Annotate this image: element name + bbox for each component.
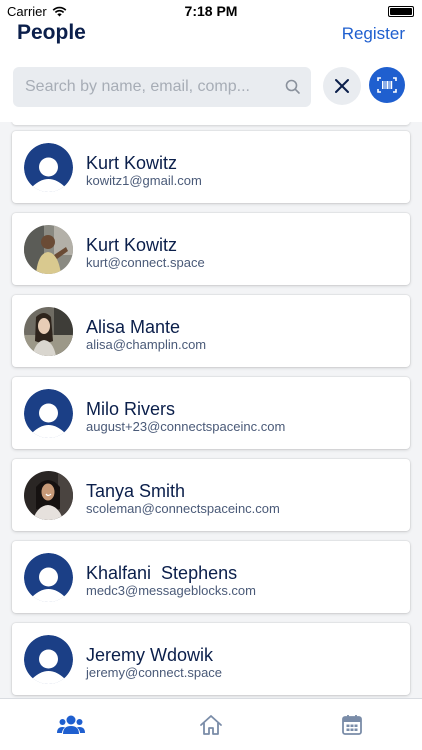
list-item-partial[interactable] — [12, 122, 410, 125]
profile-photo — [24, 307, 73, 356]
person-email: medc3@messageblocks.com — [86, 583, 256, 598]
person-email: scoleman@connectspaceinc.com — [86, 501, 280, 516]
people-icon[interactable] — [57, 713, 85, 737]
status-time: 7:18 PM — [184, 3, 238, 19]
scan-badge-button[interactable] — [369, 67, 405, 103]
register-button[interactable]: Register — [342, 24, 405, 44]
page-title: People — [17, 21, 86, 44]
person-name: Tanya Smith — [86, 481, 186, 501]
person-email: kowitz1@gmail.com — [86, 173, 202, 188]
person-card[interactable]: Milo Rivers august+23@connectspaceinc.co… — [12, 377, 410, 449]
people-list[interactable]: Kurt Kowitz kowitz1@gmail.com Kurt Kowit… — [0, 122, 422, 698]
default-avatar-icon — [24, 553, 73, 602]
person-card[interactable]: Jeremy Wdowik jeremy@connect.space — [12, 623, 410, 695]
person-card[interactable]: Khalfani Stephens medc3@messageblocks.co… — [12, 541, 410, 613]
person-email: kurt@connect.space — [86, 255, 205, 270]
person-card[interactable]: Kurt Kowitz kowitz1@gmail.com — [12, 131, 410, 203]
person-name: Kurt Kowitz — [86, 153, 178, 173]
home-icon[interactable] — [199, 713, 223, 737]
search-bar[interactable] — [13, 67, 311, 107]
battery-icon — [388, 6, 414, 17]
default-avatar-icon — [24, 143, 73, 192]
person-name: Jeremy Wdowik — [86, 645, 214, 665]
person-card[interactable]: Kurt Kowitz kurt@connect.space — [12, 213, 410, 285]
calendar-icon[interactable] — [340, 713, 364, 737]
person-email: august+23@connectspaceinc.com — [86, 419, 286, 434]
person-email: alisa@champlin.com — [86, 337, 207, 352]
person-name: Alisa Mante — [86, 317, 181, 337]
default-avatar-icon — [24, 389, 73, 438]
default-avatar-icon — [24, 635, 73, 684]
person-card[interactable]: Alisa Mante alisa@champlin.com — [12, 295, 410, 367]
profile-photo — [24, 225, 73, 274]
status-bar: Carrier 7:18 PM — [0, 0, 422, 22]
search-input[interactable] — [13, 67, 283, 107]
tab-bar — [0, 698, 422, 750]
person-email: jeremy@connect.space — [86, 665, 223, 680]
clear-search-button[interactable] — [323, 67, 361, 105]
barcode-scan-icon — [377, 77, 397, 93]
person-name: Milo Rivers — [86, 399, 176, 419]
header: People Register — [0, 22, 422, 122]
search-icon — [285, 79, 300, 94]
person-card[interactable]: Tanya Smith scoleman@connectspaceinc.com — [12, 459, 410, 531]
person-name: Kurt Kowitz — [86, 235, 178, 255]
close-icon — [335, 79, 349, 93]
profile-photo — [24, 471, 73, 520]
person-name: Khalfani Stephens — [86, 563, 238, 583]
